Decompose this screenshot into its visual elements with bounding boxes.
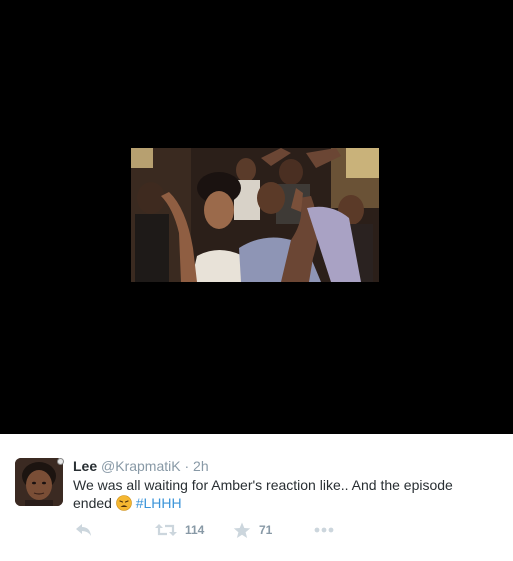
tweet-timestamp[interactable]: 2h — [193, 458, 209, 474]
tweet-card: Lee @KrapmatiK · 2h We was all waiting f… — [0, 434, 513, 561]
favorite-button[interactable]: 71 — [233, 520, 272, 540]
favorite-count: 71 — [259, 523, 273, 537]
more-button[interactable] — [314, 520, 334, 540]
retweet-button[interactable]: 114 — [155, 520, 204, 540]
more-icon — [314, 527, 334, 533]
tweet-text-line1: We was all waiting for Amber's reaction … — [73, 477, 453, 493]
user-handle[interactable]: @KrapmatiK — [101, 458, 181, 474]
retweet-count: 114 — [185, 523, 205, 537]
tweet-actions: 114 71 — [73, 520, 353, 540]
avatar[interactable] — [15, 458, 63, 506]
crowd-scene-illustration — [131, 148, 379, 282]
tweet-text-line2: ended — [73, 495, 112, 511]
header-separator: · — [184, 458, 190, 474]
reply-icon — [76, 524, 91, 536]
media-viewer[interactable] — [0, 0, 513, 434]
presence-indicator — [57, 458, 64, 465]
hashtag-link[interactable]: #LHHH — [136, 495, 182, 511]
tweet-media-image[interactable] — [131, 148, 379, 282]
star-icon — [233, 522, 251, 538]
tweet-header: Lee @KrapmatiK · 2h — [73, 458, 209, 474]
reply-button[interactable] — [75, 520, 93, 540]
tweet-text: We was all waiting for Amber's reaction … — [73, 476, 493, 512]
avatar-portrait — [15, 458, 63, 506]
display-name[interactable]: Lee — [73, 458, 97, 474]
weary-face-emoji-icon — [116, 495, 132, 511]
retweet-icon — [155, 524, 177, 536]
